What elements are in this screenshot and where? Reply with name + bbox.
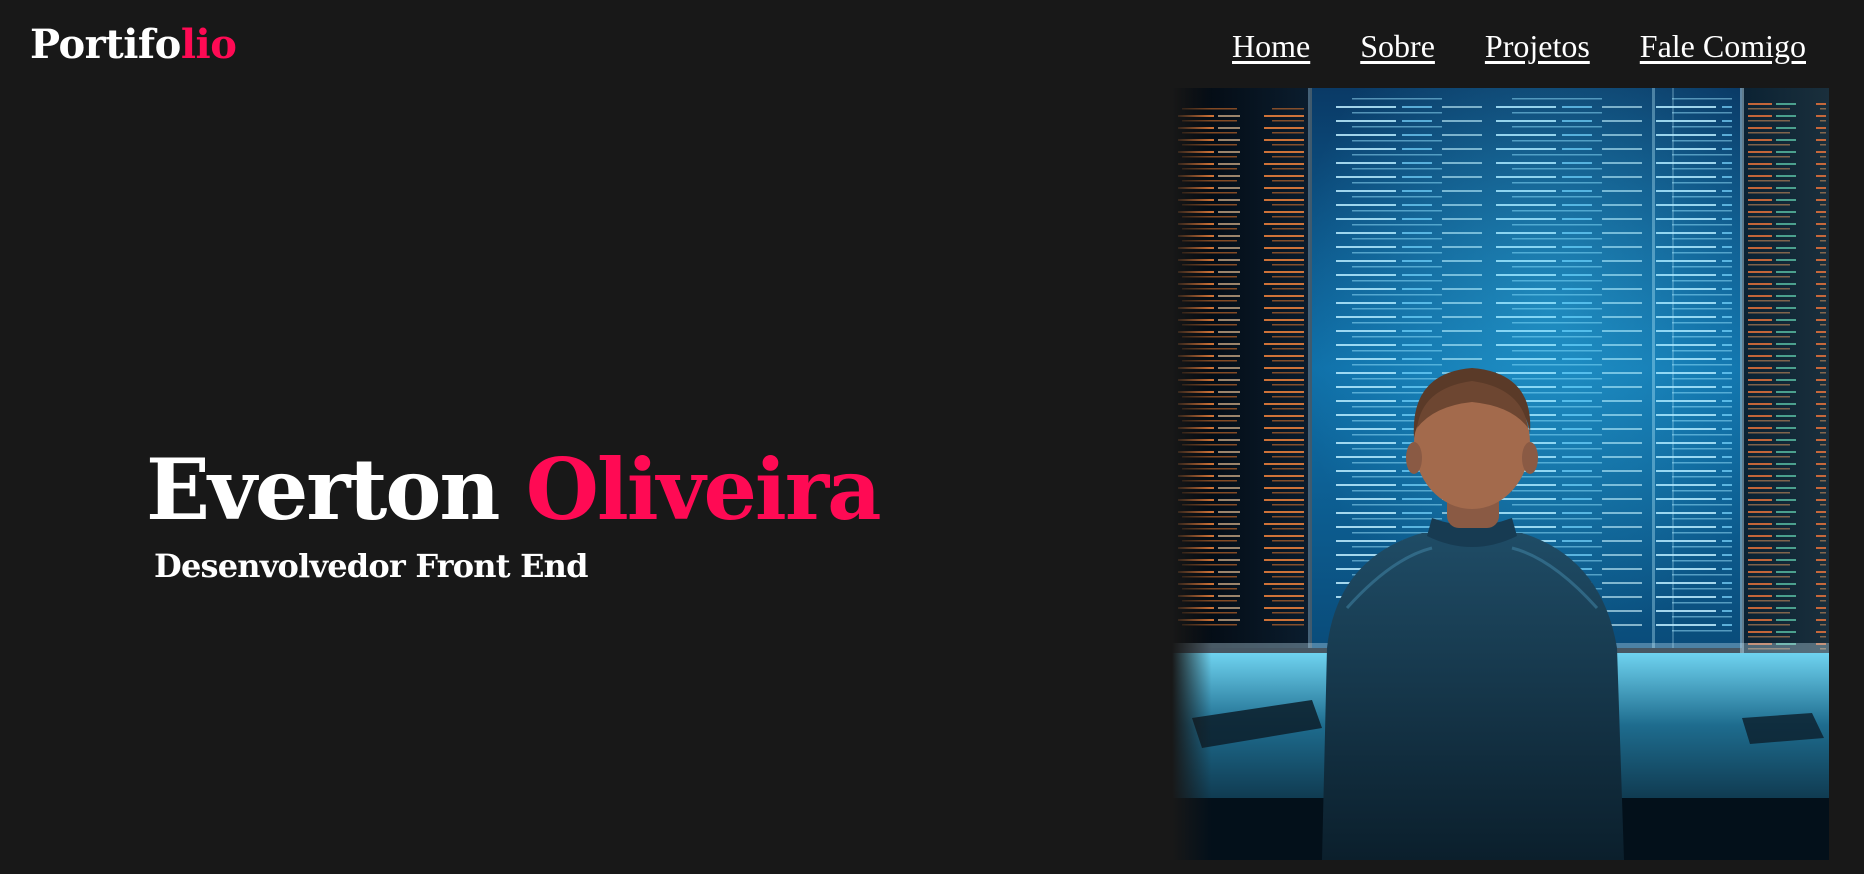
logo-accent-text: lio [180, 21, 237, 68]
nav-link-home[interactable]: Home [1232, 24, 1310, 68]
nav-link-sobre[interactable]: Sobre [1360, 24, 1435, 68]
hero-name: Everton Oliveira [146, 440, 882, 540]
hero-last-name: Oliveira [525, 440, 882, 539]
logo-main-text: Portifo [30, 21, 181, 68]
nav-link-fale-comigo[interactable]: Fale Comigo [1640, 24, 1806, 68]
hero-role: Desenvolvedor Front End [154, 547, 589, 585]
main-nav: Home Sobre Projetos Fale Comigo [1232, 24, 1806, 68]
developer-at-screens-illustration [1172, 88, 1829, 860]
hero-first-name: Everton [146, 440, 500, 539]
site-logo[interactable]: Portifolio [30, 20, 237, 70]
hero-image [1172, 88, 1829, 860]
nav-link-projetos[interactable]: Projetos [1485, 24, 1590, 68]
portfolio-page: Portifolio Home Sobre Projetos Fale Comi… [0, 0, 1864, 874]
